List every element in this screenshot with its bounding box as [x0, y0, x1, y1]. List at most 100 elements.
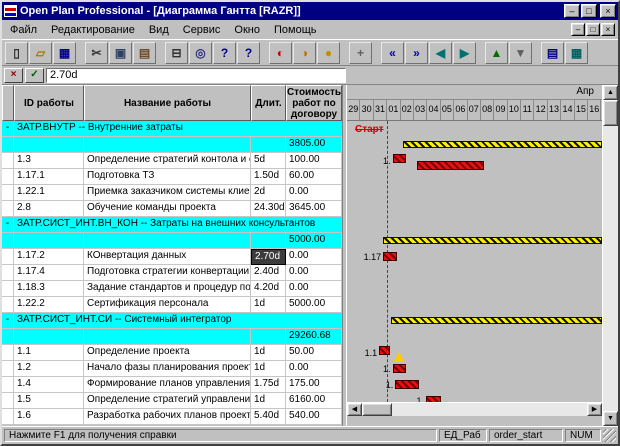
row-indicator[interactable] [2, 281, 14, 297]
table-row[interactable]: 2.8Обучение команды проекта24.30d3645.00 [2, 201, 342, 217]
id-cell[interactable]: 1.22.1 [14, 185, 84, 201]
table-row[interactable]: 29260.68 [2, 329, 342, 345]
toolbar-new-button[interactable]: ▯ [5, 42, 28, 64]
mdi-close-button[interactable]: × [601, 23, 615, 36]
scroll-up-button[interactable]: ▲ [603, 85, 618, 100]
menu-edit[interactable]: Редактирование [44, 22, 142, 38]
name-cell[interactable]: Формирование планов управления [84, 377, 251, 393]
gantt-bar-task[interactable] [417, 161, 484, 170]
table-row[interactable]: 1.2Начало фазы планирования проекта1d0.0… [2, 361, 342, 377]
name-cell[interactable]: Определение стратегий контола и отч [84, 153, 251, 169]
menu-window[interactable]: Окно [227, 22, 267, 38]
vertical-scroll-track[interactable] [603, 126, 618, 411]
gantt-bar-task[interactable] [426, 396, 441, 402]
toolbar-view-network-button[interactable]: ▦ [565, 42, 588, 64]
menu-tools[interactable]: Сервис [176, 22, 228, 38]
toolbar-cost-analysis-button[interactable]: ● [317, 42, 340, 64]
close-button[interactable]: × [600, 4, 616, 18]
duration-cell[interactable] [251, 329, 286, 345]
gantt-bar-summary[interactable] [383, 237, 601, 244]
cost-cell[interactable]: 6160.00 [286, 393, 342, 409]
id-cell[interactable] [14, 233, 84, 249]
id-cell[interactable]: 1.17.2 [14, 249, 84, 265]
name-cell[interactable] [84, 233, 251, 249]
name-cell[interactable]: КОнвертация данных [84, 249, 251, 265]
toolbar-add-activity-button[interactable]: + [349, 42, 372, 64]
id-cell[interactable]: 1.3 [14, 153, 84, 169]
toolbar-link-forward-button[interactable]: » [405, 42, 428, 64]
id-cell[interactable]: 1.6 [14, 409, 84, 425]
name-cell[interactable]: Сертификация персонала [84, 297, 251, 313]
duration-cell[interactable]: 2d [251, 185, 286, 201]
mdi-minimize-button[interactable]: – [571, 23, 585, 36]
table-row[interactable]: 1.3Определение стратегий контола и отч5d… [2, 153, 342, 169]
name-cell[interactable] [84, 329, 251, 345]
duration-cell[interactable]: 4.20d [251, 281, 286, 297]
scroll-down-button[interactable]: ▼ [603, 411, 618, 426]
id-cell[interactable] [14, 137, 84, 153]
table-row[interactable]: -ЗАТР.ВНУТР -- Внутренние затраты [2, 121, 342, 137]
id-cell[interactable]: 1.17.1 [14, 169, 84, 185]
cost-cell[interactable]: 5000.00 [286, 233, 342, 249]
row-indicator[interactable] [2, 201, 14, 217]
name-cell[interactable]: Задание стандартов и процедур по д [84, 281, 251, 297]
minimize-button[interactable]: – [564, 4, 580, 18]
cancel-edit-button[interactable]: × [4, 68, 23, 83]
app-icon[interactable] [4, 5, 17, 17]
table-row[interactable]: 1.4Формирование планов управления1.75d17… [2, 377, 342, 393]
menu-file[interactable]: Файл [3, 22, 44, 38]
row-indicator[interactable] [2, 233, 14, 249]
toolbar-view-gantt-button[interactable]: ▤ [541, 42, 564, 64]
toolbar-save-button[interactable]: ▦ [53, 42, 76, 64]
cell-edit-input[interactable] [46, 68, 346, 83]
table-row[interactable]: 1.17.2КОнвертация данных2.70d0.00 [2, 249, 342, 265]
duration-cell[interactable]: 1d [251, 361, 286, 377]
group-name-cell[interactable]: ЗАТР.ВНУТР -- Внутренние затраты [14, 121, 342, 137]
id-cell[interactable]: 1.18.3 [14, 281, 84, 297]
maximize-button[interactable]: □ [581, 4, 597, 18]
toolbar-open-button[interactable]: ▱ [29, 42, 52, 64]
horizontal-scroll-thumb[interactable] [362, 403, 392, 416]
group-name-cell[interactable]: ЗАТР.СИСТ_ИНТ.СИ -- Системный интегратор [14, 313, 342, 329]
cost-cell[interactable]: 100.00 [286, 153, 342, 169]
name-cell[interactable]: Приемка заказчиком системы клиент [84, 185, 251, 201]
duration-cell[interactable]: 1d [251, 393, 286, 409]
gantt-bar-milestone[interactable] [394, 352, 404, 361]
id-cell[interactable]: 1.1 [14, 345, 84, 361]
column-header[interactable]: ID работы [14, 85, 84, 121]
collapse-indicator[interactable]: - [2, 313, 14, 329]
toolbar-print-button[interactable]: ⊟ [165, 42, 188, 64]
gantt-bar-task[interactable] [379, 346, 390, 355]
table-row[interactable]: 1.22.1Приемка заказчиком системы клиент2… [2, 185, 342, 201]
table-row[interactable]: 1.1Определение проекта1d50.00 [2, 345, 342, 361]
toolbar-context-help-button[interactable]: ? [237, 42, 260, 64]
duration-cell[interactable]: 1.50d [251, 169, 286, 185]
row-indicator[interactable] [2, 329, 14, 345]
row-indicator[interactable] [2, 377, 14, 393]
resize-grip[interactable] [603, 429, 616, 442]
collapse-indicator[interactable]: - [2, 217, 14, 233]
duration-cell[interactable]: 5d [251, 153, 286, 169]
duration-cell[interactable] [251, 233, 286, 249]
duration-cell[interactable]: 1d [251, 345, 286, 361]
name-cell[interactable]: Определение проекта [84, 345, 251, 361]
name-cell[interactable]: Разработка рабочих планов проекта [84, 409, 251, 425]
collapse-indicator[interactable]: - [2, 121, 14, 137]
cost-cell[interactable]: 175.00 [286, 377, 342, 393]
duration-cell[interactable] [251, 137, 286, 153]
row-indicator[interactable] [2, 137, 14, 153]
row-indicator[interactable] [2, 409, 14, 425]
id-cell[interactable]: 2.8 [14, 201, 84, 217]
gantt-bar-task[interactable] [393, 364, 406, 373]
group-name-cell[interactable]: ЗАТР.СИСТ_ИНТ.ВН_КОН -- Затраты на внешн… [14, 217, 342, 233]
duration-cell[interactable]: 2.40d [251, 265, 286, 281]
id-cell[interactable]: 1.17.4 [14, 265, 84, 281]
toolbar-move-up-button[interactable]: ▲ [485, 42, 508, 64]
cost-cell[interactable]: 50.00 [286, 345, 342, 361]
cost-cell[interactable]: 0.00 [286, 185, 342, 201]
cost-cell[interactable]: 3645.00 [286, 201, 342, 217]
id-cell[interactable]: 1.4 [14, 377, 84, 393]
row-indicator[interactable] [2, 393, 14, 409]
table-row[interactable]: -ЗАТР.СИСТ_ИНТ.ВН_КОН -- Затраты на внеш… [2, 217, 342, 233]
table-row[interactable]: 1.22.2Сертификация персонала1d5000.00 [2, 297, 342, 313]
